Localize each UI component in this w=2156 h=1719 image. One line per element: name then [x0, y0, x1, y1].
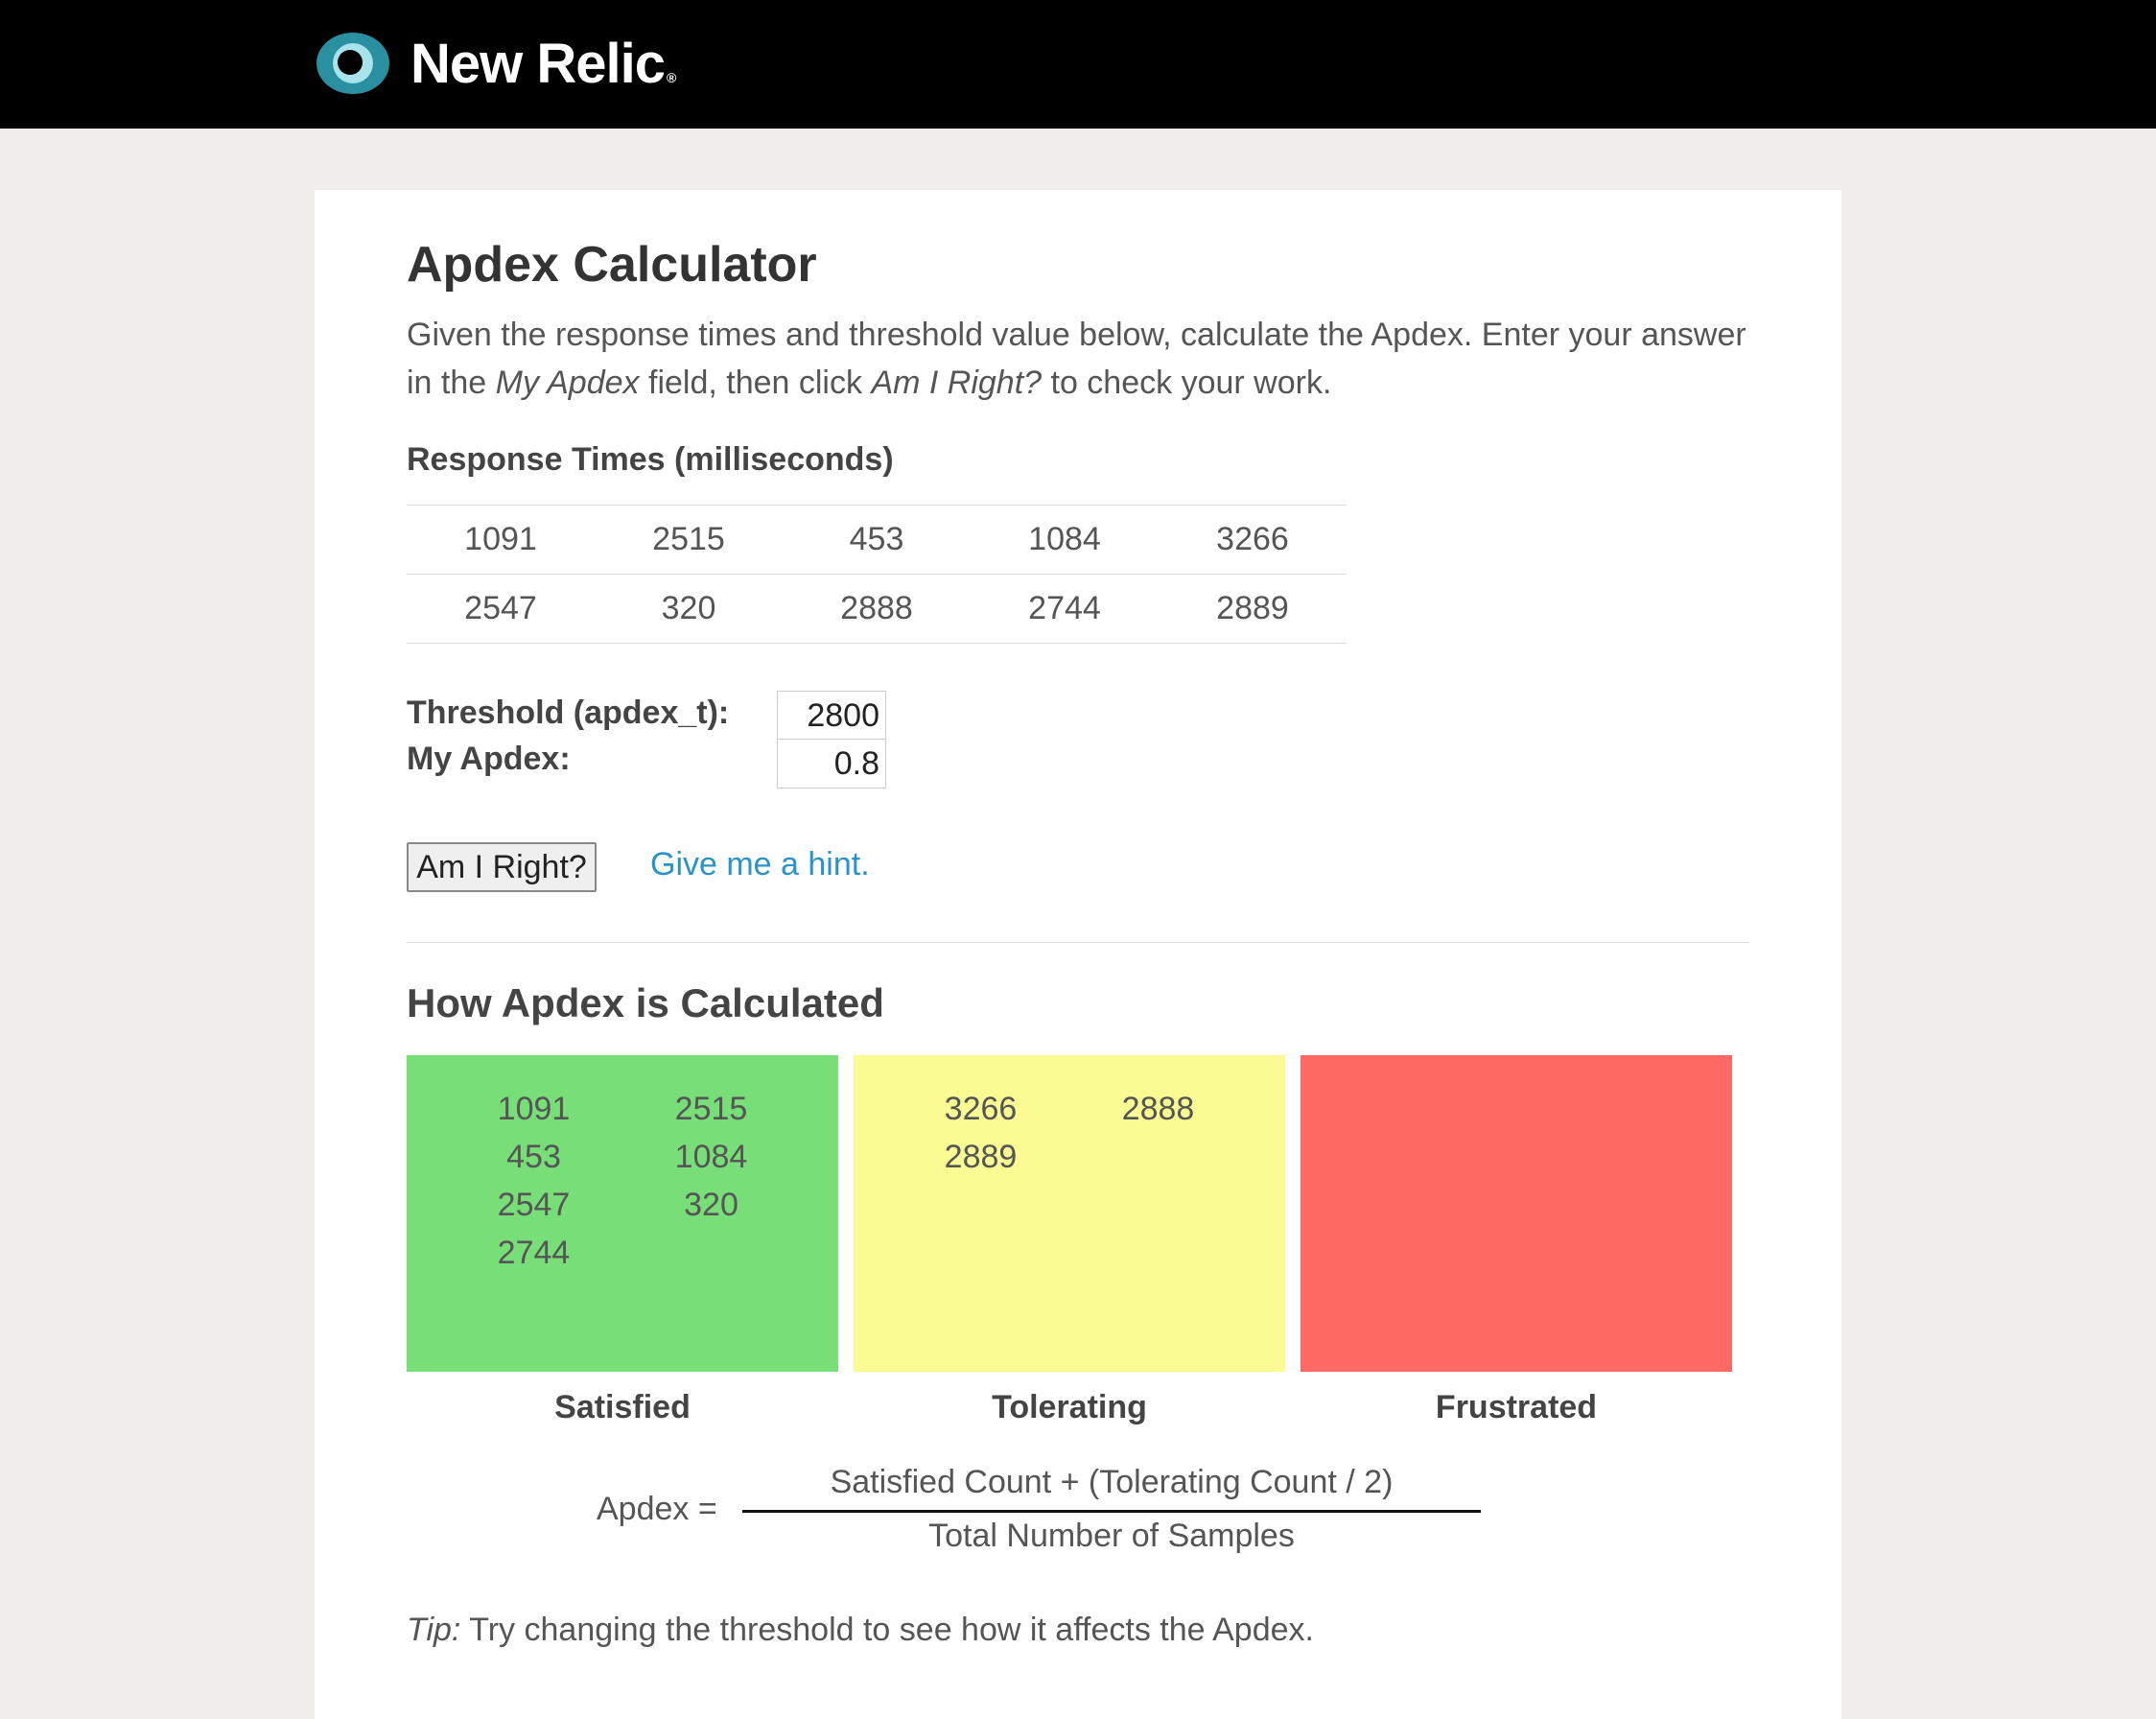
calculator-card: Apdex Calculator Given the response time… [315, 190, 1841, 1719]
frustrated-label: Frustrated [1435, 1389, 1598, 1425]
how-apdex-title: How Apdex is Calculated [407, 980, 884, 1025]
table-cell: 2515 [595, 505, 783, 575]
section-divider [407, 942, 1749, 943]
tolerating-value: 2889 [944, 1139, 1018, 1175]
tip-text: Tip: Try changing the threshold to see h… [407, 1612, 1314, 1648]
tolerating-value: 2888 [1121, 1091, 1195, 1127]
satisfied-value: 1084 [674, 1139, 748, 1175]
table-cell: 320 [595, 574, 783, 644]
new-relic-logo[interactable]: New Relic ® [316, 29, 676, 98]
satisfied-value: 1091 [497, 1091, 571, 1127]
formula-numerator: Satisfied Count + (Tolerating Count / 2) [830, 1464, 1394, 1500]
am-i-right-button[interactable]: Am I Right? [407, 842, 597, 892]
threshold-input[interactable] [777, 691, 886, 741]
formula-denominator: Total Number of Samples [928, 1518, 1295, 1554]
satisfied-value: 2515 [674, 1091, 748, 1127]
table-cell: 1084 [971, 505, 1159, 575]
satisfied-box: 1091 2515 453 1084 2547 320 2744 [407, 1055, 838, 1372]
satisfied-value: 320 [684, 1187, 738, 1223]
frustrated-box [1301, 1055, 1732, 1372]
my-apdex-input[interactable] [777, 739, 886, 789]
table-cell: 2888 [783, 574, 971, 644]
brand-name: New Relic ® [410, 32, 676, 95]
table-cell: 453 [783, 505, 971, 575]
tolerating-value: 3266 [944, 1091, 1018, 1127]
table-cell: 2547 [407, 574, 595, 644]
table-cell: 2889 [1159, 574, 1347, 644]
my-apdex-label: My Apdex: [407, 741, 571, 777]
formula-lhs: Apdex = [597, 1491, 717, 1527]
satisfied-value: 2744 [497, 1235, 571, 1271]
tolerating-label: Tolerating [992, 1389, 1147, 1425]
satisfied-label: Satisfied [554, 1389, 691, 1425]
table-row: 1091 2515 453 1084 3266 [407, 505, 1347, 575]
satisfied-value: 2547 [497, 1187, 571, 1223]
new-relic-logo-icon [316, 33, 389, 94]
formula-fraction-bar [742, 1510, 1481, 1513]
page-title: Apdex Calculator [407, 237, 817, 293]
response-times-title: Response Times (milliseconds) [407, 441, 894, 478]
satisfied-value: 453 [506, 1139, 561, 1175]
table-cell: 1091 [407, 505, 595, 575]
response-times-table: 1091 2515 453 1084 3266 2547 320 2888 27… [407, 505, 1347, 644]
top-bar: New Relic ® [0, 0, 2156, 129]
intro-text: Given the response times and threshold v… [407, 317, 1746, 401]
hint-link[interactable]: Give me a hint. [650, 846, 870, 883]
tolerating-box: 3266 2888 2889 [854, 1055, 1285, 1372]
threshold-label: Threshold (apdex_t): [407, 695, 730, 731]
table-cell: 3266 [1159, 505, 1347, 575]
table-row: 2547 320 2888 2744 2889 [407, 574, 1347, 644]
table-cell: 2744 [971, 574, 1159, 644]
